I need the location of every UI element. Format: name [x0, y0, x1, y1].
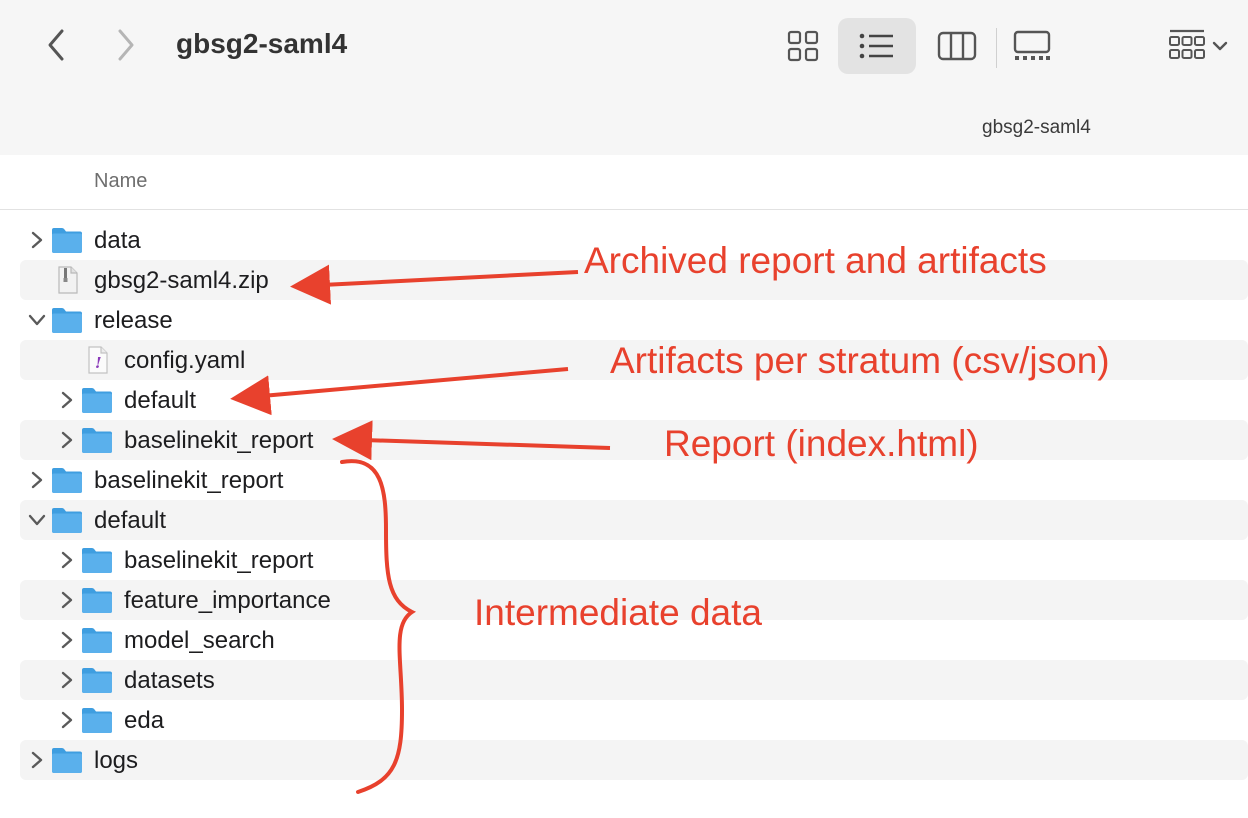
- toolbar: gbsg2-saml4 gbsg2-saml4: [0, 0, 1248, 156]
- disclosure-collapsed-icon[interactable]: [26, 229, 48, 251]
- annotation-intermediate: Intermediate data: [474, 592, 762, 633]
- disclosure-collapsed-icon[interactable]: [56, 549, 78, 571]
- column-header: Name: [0, 155, 1248, 210]
- folder-row[interactable]: default: [20, 380, 1248, 420]
- folder-row[interactable]: eda: [20, 700, 1248, 740]
- file-name: default: [124, 387, 197, 414]
- file-name: baselinekit_report: [124, 427, 314, 454]
- file-name: default: [94, 507, 167, 534]
- columns-view-icon: [937, 31, 977, 61]
- folder-icon: [51, 506, 83, 534]
- folder-icon: [51, 306, 83, 334]
- annotation-report: Report (index.html): [664, 423, 979, 464]
- name-column-header[interactable]: Name: [94, 170, 147, 193]
- path-label: gbsg2-saml4: [982, 117, 1091, 138]
- folder-row[interactable]: logs: [20, 740, 1248, 780]
- folder-row[interactable]: datasets: [20, 660, 1248, 700]
- folder-icon: [81, 666, 113, 694]
- disclosure-collapsed-icon[interactable]: [56, 429, 78, 451]
- yaml-file-icon: !: [81, 346, 113, 374]
- folder-icon: [81, 626, 113, 654]
- folder-row[interactable]: release: [20, 300, 1248, 340]
- folder-row[interactable]: baselinekit_report: [20, 420, 1248, 460]
- file-name: feature_importance: [124, 587, 331, 614]
- folder-row[interactable]: default: [20, 500, 1248, 540]
- forward-button[interactable]: [108, 26, 144, 64]
- folder-row[interactable]: baselinekit_report: [20, 540, 1248, 580]
- file-name: gbsg2-saml4.zip: [94, 267, 269, 294]
- disclosure-collapsed-icon[interactable]: [56, 589, 78, 611]
- folder-icon: [51, 466, 83, 494]
- folder-icon: [81, 706, 113, 734]
- window-title: gbsg2-saml4: [176, 28, 348, 59]
- disclosure-collapsed-icon[interactable]: [56, 629, 78, 651]
- gallery-view-icon: [1013, 30, 1051, 60]
- disclosure-expanded-icon[interactable]: [26, 509, 48, 531]
- chevron-down-icon: [1212, 41, 1228, 51]
- disclosure-collapsed-icon[interactable]: [26, 469, 48, 491]
- disclosure-collapsed-icon[interactable]: [56, 709, 78, 731]
- icon-view-button[interactable]: [764, 18, 842, 74]
- annotation-archived: Archived report and artifacts: [584, 240, 1047, 281]
- annotation-artifacts: Artifacts per stratum (csv/json): [610, 340, 1110, 381]
- folder-row[interactable]: baselinekit_report: [20, 460, 1248, 500]
- folder-icon: [81, 426, 113, 454]
- list-view-icon: [859, 33, 893, 59]
- file-name: baselinekit_report: [94, 467, 284, 494]
- group-by-button[interactable]: [1158, 18, 1238, 74]
- folder-icon: [81, 586, 113, 614]
- folder-icon: [81, 386, 113, 414]
- folder-icon: [51, 226, 83, 254]
- gallery-view-button[interactable]: [993, 18, 1071, 74]
- chevron-right-icon: [118, 29, 134, 61]
- file-name: model_search: [124, 627, 275, 654]
- file-name: logs: [94, 747, 139, 774]
- chevron-left-icon: [48, 29, 64, 61]
- folder-icon: [81, 546, 113, 574]
- file-name: eda: [124, 707, 165, 734]
- disclosure-collapsed-icon[interactable]: [56, 389, 78, 411]
- disclosure-collapsed-icon[interactable]: [56, 669, 78, 691]
- group-grid-icon: [1169, 29, 1205, 59]
- svg-text:!: !: [95, 354, 102, 372]
- file-name: data: [94, 227, 141, 254]
- file-name: baselinekit_report: [124, 547, 314, 574]
- list-view-button[interactable]: [838, 18, 916, 74]
- grid-view-icon: [787, 30, 819, 62]
- back-button[interactable]: [38, 26, 74, 64]
- disclosure-collapsed-icon[interactable]: [26, 749, 48, 771]
- zip-file-icon: [51, 266, 83, 294]
- column-view-button[interactable]: [918, 18, 996, 74]
- file-name: release: [94, 307, 173, 334]
- folder-icon: [51, 746, 83, 774]
- file-name: datasets: [124, 667, 215, 694]
- file-name: config.yaml: [124, 347, 246, 374]
- disclosure-expanded-icon[interactable]: [26, 309, 48, 331]
